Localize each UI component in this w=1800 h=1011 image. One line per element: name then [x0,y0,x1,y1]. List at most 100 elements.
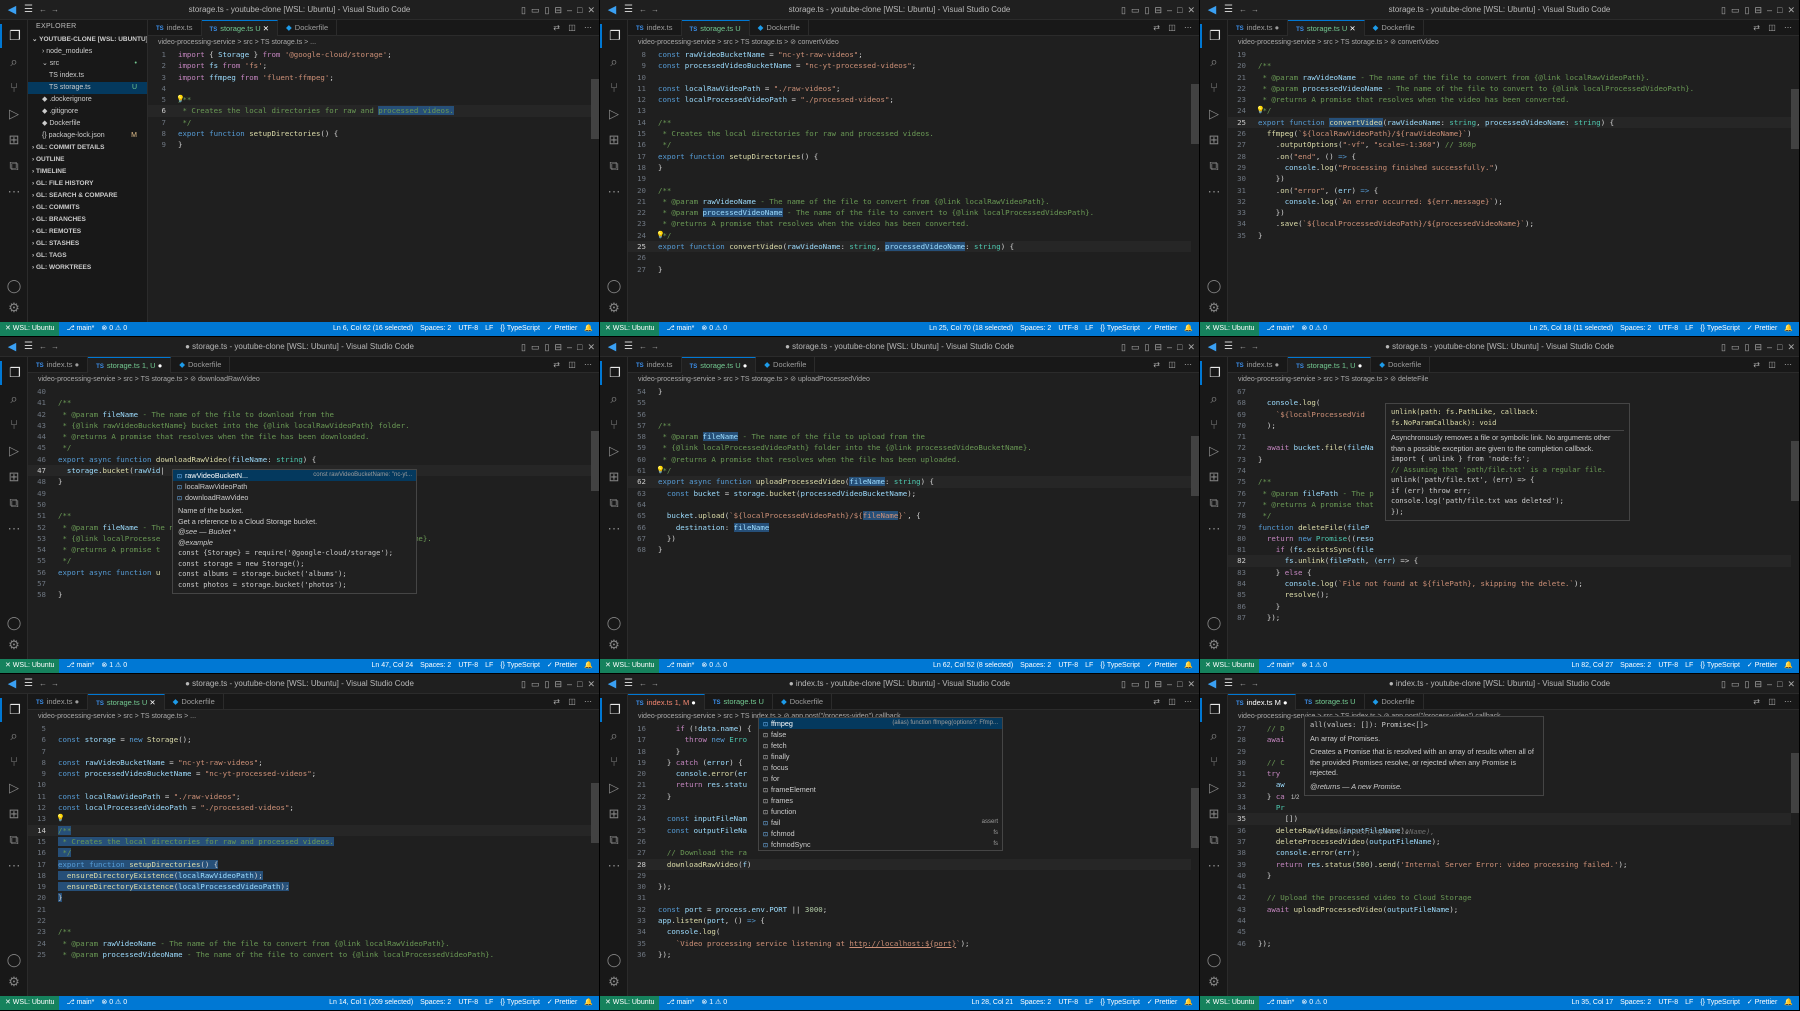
editor-tab[interactable]: TS index.ts 1, M ● [628,694,705,710]
suggest-item[interactable]: ⊡ fchmod fs [759,828,1002,839]
close-icon[interactable]: ✕ [587,5,595,16]
back-arrow-icon[interactable]: ← [39,5,47,14]
problems-count[interactable]: ⊗ 0 ⚠ 0 [101,996,127,1010]
vertical-scrollbar[interactable] [1191,386,1199,659]
close-icon[interactable]: ✕ [587,342,595,353]
line-ending[interactable]: LF [1085,322,1093,336]
search-icon[interactable]: ⌕ [600,724,628,748]
close-icon[interactable]: ✕ [587,679,595,690]
remote-indicator[interactable]: ✕ WSL: Ubuntu [0,322,60,336]
source-control-icon[interactable]: ⑂ [1200,413,1228,437]
suggest-item[interactable]: ⊡ function [759,806,1002,817]
close-icon[interactable]: ✕ [1787,679,1795,690]
source-control-icon[interactable]: ⑂ [1200,750,1228,774]
editor-actions[interactable]: ⇄ ◫ ⋯ [1153,357,1195,373]
manage-gear-icon[interactable]: ⚙ [600,633,628,657]
notifications-bell-icon[interactable]: 🔔 [584,996,593,1010]
forward-arrow-icon[interactable]: → [1251,679,1259,688]
extensions-icon[interactable]: ⊞ [1200,802,1228,826]
minimize-icon[interactable]: – [1767,342,1772,352]
editor-actions[interactable]: ⇄ ◫ ⋯ [553,20,595,36]
problems-count[interactable]: ⊗ 1 ⚠ 0 [701,996,727,1010]
layout-panel-icon[interactable]: ▭ [531,5,540,16]
remote-explorer-icon[interactable]: ⧉ [0,154,28,178]
forward-arrow-icon[interactable]: → [51,5,59,14]
source-control-icon[interactable]: ⑂ [0,413,28,437]
layout-sidebar-icon[interactable]: ▯ [1721,342,1726,353]
cursor-position[interactable]: Ln 6, Col 62 (16 selected) [333,322,413,336]
files-icon[interactable]: ❐ [600,361,628,385]
manage-gear-icon[interactable]: ⚙ [1200,633,1228,657]
back-arrow-icon[interactable]: ← [1239,679,1247,688]
editor-tab[interactable]: TS storage.ts U [705,694,773,710]
indentation[interactable]: Spaces: 2 [420,659,451,673]
menu-icon[interactable]: ☰ [1224,341,1233,352]
explorer-section[interactable]: › GL: WORKTREES [28,262,147,274]
files-icon[interactable]: ❐ [0,698,28,722]
explorer-section[interactable]: › TIMELINE [28,166,147,178]
scrollbar-thumb[interactable] [1191,436,1199,496]
suggest-item[interactable]: ⊡ rawVideoBucketN... const rawVideoBucketN… [173,470,416,481]
editor-tab[interactable]: TS index.ts [148,20,202,36]
close-icon[interactable]: ✕ [1187,342,1195,353]
search-icon[interactable]: ⌕ [0,387,28,411]
suggest-item[interactable]: ⊡ frames [759,795,1002,806]
more-icon[interactable]: ⋯ [1200,517,1228,541]
scrollbar-thumb[interactable] [591,431,599,491]
more-icon[interactable]: ⋯ [1200,180,1228,204]
explorer-item[interactable]: ⌄ src • [28,58,147,70]
search-icon[interactable]: ⌕ [600,387,628,411]
extensions-icon[interactable]: ⊞ [0,128,28,152]
vertical-scrollbar[interactable] [1791,386,1799,659]
forward-arrow-icon[interactable]: → [51,679,59,688]
layout-secondary-icon[interactable]: ▯ [545,5,550,16]
extensions-icon[interactable]: ⊞ [0,802,28,826]
language-mode[interactable]: {} TypeScript [1700,996,1740,1010]
lightbulb-icon[interactable]: 💡 [656,465,665,476]
notifications-bell-icon[interactable]: 🔔 [1184,996,1193,1010]
explorer-item[interactable]: {} package-lock.json M [28,130,147,142]
vertical-scrollbar[interactable] [591,386,599,659]
lightbulb-icon[interactable]: 💡 [176,94,185,105]
encoding[interactable]: UTF-8 [1058,659,1078,673]
git-branch[interactable]: ⎇ main* [1266,996,1294,1010]
maximize-icon[interactable]: □ [1177,5,1182,15]
search-icon[interactable]: ⌕ [1200,724,1228,748]
remote-explorer-icon[interactable]: ⧉ [1200,154,1228,178]
files-icon[interactable]: ❐ [1200,24,1228,48]
close-tab-icon[interactable]: ✕ [261,24,269,33]
minimize-icon[interactable]: – [1767,5,1772,15]
more-icon[interactable]: ⋯ [600,854,628,878]
source-control-icon[interactable]: ⑂ [0,76,28,100]
language-mode[interactable]: {} TypeScript [500,322,540,336]
explorer-item[interactable]: › node_modules [28,46,147,58]
vertical-scrollbar[interactable] [1791,49,1799,322]
prettier-status[interactable]: ✓ Prettier [547,659,577,673]
explorer-section[interactable]: › GL: FILE HISTORY [28,178,147,190]
search-icon[interactable]: ⌕ [0,50,28,74]
maximize-icon[interactable]: □ [1177,679,1182,689]
run-debug-icon[interactable]: ▷ [600,102,628,126]
menu-icon[interactable]: ☰ [24,678,33,689]
remote-indicator[interactable]: ✕ WSL: Ubuntu [1200,322,1260,336]
layout-sidebar-icon[interactable]: ▯ [1721,679,1726,690]
git-branch[interactable]: ⎇ main* [666,659,694,673]
indentation[interactable]: Spaces: 2 [1020,659,1051,673]
menu-icon[interactable]: ☰ [624,341,633,352]
suggest-item[interactable]: ⊡ for [759,773,1002,784]
customize-layout-icon[interactable]: ⊟ [1154,5,1162,16]
close-icon[interactable]: ✕ [1187,5,1195,16]
git-branch[interactable]: ⎇ main* [66,996,94,1010]
cursor-position[interactable]: Ln 82, Col 27 [1572,659,1614,673]
layout-secondary-icon[interactable]: ▯ [1145,5,1150,16]
editor-actions[interactable]: ⇄ ◫ ⋯ [1753,20,1795,36]
suggest-item[interactable]: ⊡ false [759,729,1002,740]
line-ending[interactable]: LF [485,322,493,336]
close-icon[interactable]: ✕ [1187,679,1195,690]
editor-tab[interactable]: TS storage.ts 1, U ● [1288,357,1372,373]
layout-secondary-icon[interactable]: ▯ [1145,679,1150,690]
source-control-icon[interactable]: ⑂ [600,413,628,437]
layout-panel-icon[interactable]: ▭ [1131,679,1140,690]
maximize-icon[interactable]: □ [577,342,582,352]
run-debug-icon[interactable]: ▷ [0,439,28,463]
